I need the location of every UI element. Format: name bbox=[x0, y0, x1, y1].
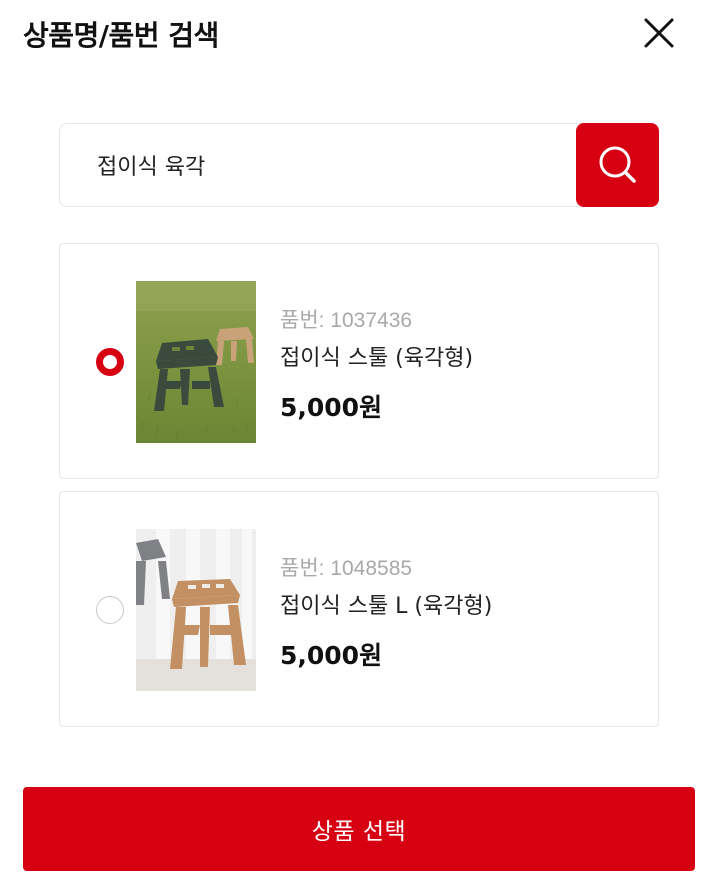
search-icon bbox=[599, 146, 636, 183]
product-item[interactable]: 품번: 1037436 접이식 스툴 (육각형) 5,000원 bbox=[59, 243, 659, 479]
search-input[interactable] bbox=[60, 124, 575, 206]
search-button[interactable] bbox=[576, 123, 659, 207]
product-name: 접이식 스툴 (육각형) bbox=[280, 346, 474, 371]
product-image bbox=[136, 281, 256, 443]
product-code: 품번: 1048585 bbox=[280, 557, 413, 580]
page-title: 상품명/품번 검색 bbox=[23, 19, 219, 52]
close-icon bbox=[644, 18, 674, 48]
product-price: 5,000원 bbox=[280, 393, 383, 422]
product-code: 품번: 1037436 bbox=[280, 309, 413, 332]
product-item[interactable]: 품번: 1048585 접이식 스툴 L (육각형) 5,000원 bbox=[59, 491, 659, 727]
select-product-button[interactable]: 상품 선택 bbox=[23, 787, 695, 871]
radio-button-selected[interactable] bbox=[96, 348, 124, 376]
product-image bbox=[136, 529, 256, 691]
product-price: 5,000원 bbox=[280, 641, 383, 670]
search-box bbox=[59, 123, 659, 207]
product-name: 접이식 스툴 L (육각형) bbox=[280, 594, 493, 619]
radio-button-unselected[interactable] bbox=[96, 596, 124, 624]
close-button[interactable] bbox=[640, 14, 680, 54]
